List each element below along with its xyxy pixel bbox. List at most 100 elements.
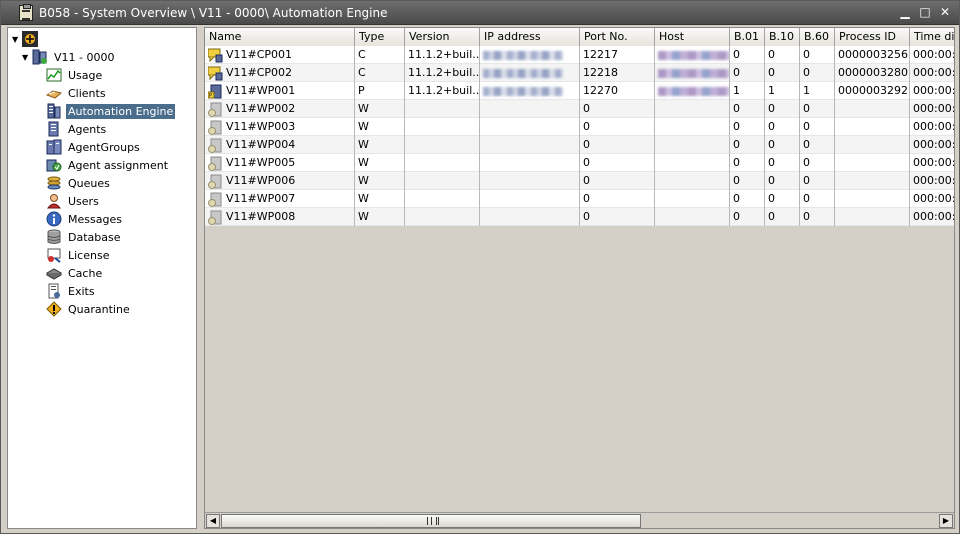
cell-port: 0 xyxy=(580,172,655,190)
cp-process-icon xyxy=(207,48,223,63)
process-name: V11#WP002 xyxy=(226,102,296,115)
database-icon xyxy=(46,229,62,245)
cell-port: 0 xyxy=(580,154,655,172)
cell-b60: 0 xyxy=(800,100,835,118)
cell-b01: 0 xyxy=(730,46,765,64)
tree-item-label: Automation Engine xyxy=(66,103,176,119)
column-header-b-01[interactable]: B.01 xyxy=(730,28,765,46)
table-row[interactable]: V11#WP007W0000000:00:0 xyxy=(205,190,954,208)
cell-b10: 1 xyxy=(765,82,800,100)
queues-icon xyxy=(46,175,62,191)
table-row[interactable]: V11#WP005W0000000:00:0 xyxy=(205,154,954,172)
cell-version xyxy=(405,118,480,136)
column-header-type[interactable]: Type xyxy=(355,28,405,46)
table-row[interactable]: V11#WP006W0000000:00:0 xyxy=(205,172,954,190)
tree-item-quarantine[interactable]: Quarantine xyxy=(46,300,132,318)
cell-time: 000:00:0 xyxy=(910,64,954,82)
tree-item-label: Agent assignment xyxy=(68,158,169,172)
scroll-thumb[interactable] xyxy=(221,514,641,528)
cell-b60: 0 xyxy=(800,46,835,64)
column-header-b-10[interactable]: B.10 xyxy=(765,28,800,46)
tree-item-database[interactable]: Database xyxy=(46,228,123,246)
redacted-ip xyxy=(483,86,563,96)
tree-item-exits[interactable]: Exits xyxy=(46,282,97,300)
cell-ip xyxy=(480,46,580,64)
redacted-ip xyxy=(483,50,563,60)
table-row[interactable]: V11#WP004W0000000:00:0 xyxy=(205,136,954,154)
tree-item-cache[interactable]: Cache xyxy=(45,264,104,282)
cell-name: P V11#WP001 xyxy=(205,82,355,100)
tree-item-label: Exits xyxy=(68,284,95,298)
cell-port: 0 xyxy=(580,118,655,136)
scroll-left-button[interactable]: ◀ xyxy=(206,514,220,528)
column-header-b-60[interactable]: B.60 xyxy=(800,28,835,46)
tree-item-users[interactable]: Users xyxy=(46,192,101,210)
wp-idle-icon xyxy=(208,192,222,207)
table-row[interactable]: V11#CP002 C 11.1.2+buil... 12218 0 0 0 00000032… xyxy=(205,64,954,82)
cell-type: W xyxy=(355,154,405,172)
wp-idle-icon xyxy=(208,120,222,135)
tree-item-usage[interactable]: Usage xyxy=(46,66,104,84)
column-header-time-diff[interactable]: Time diff xyxy=(910,28,954,46)
close-button[interactable]: ✕ xyxy=(939,4,951,20)
expand-toggle-icon[interactable]: ▼ xyxy=(22,53,32,62)
pane-splitter[interactable] xyxy=(197,27,203,529)
column-header-process-id[interactable]: Process ID xyxy=(835,28,910,46)
title-bar[interactable]: B058 - System Overview \ V11 - 0000\ Aut… xyxy=(1,1,959,25)
expand-toggle-icon[interactable]: ▼ xyxy=(12,35,22,44)
cell-version xyxy=(405,136,480,154)
cell-type: W xyxy=(355,190,405,208)
table-row[interactable]: V11#WP002W0000000:00:0 xyxy=(205,100,954,118)
window-controls: ▁ □ ✕ xyxy=(899,4,951,20)
cell-host xyxy=(655,208,730,226)
tree-item-license[interactable]: License xyxy=(46,246,111,264)
cell-b01: 0 xyxy=(730,100,765,118)
cell-pid xyxy=(835,172,910,190)
column-header-port-no[interactable]: Port No. xyxy=(580,28,655,46)
horizontal-scrollbar[interactable]: ◀ ▶ xyxy=(205,512,954,528)
cell-time: 000:00:0 xyxy=(910,136,954,154)
cell-b10: 0 xyxy=(765,208,800,226)
tree-item-label: Messages xyxy=(68,212,122,226)
cell-b10: 0 xyxy=(765,118,800,136)
table-row[interactable]: V11#WP003W0000000:00:0 xyxy=(205,118,954,136)
table-row[interactable]: V11#CP001 C 11.1.2+buil... 12217 0 0 0 00000032… xyxy=(205,46,954,64)
automation-engine-icon xyxy=(46,103,62,119)
cell-host xyxy=(655,154,730,172)
tree-item-agent-assignment[interactable]: Agent assignment xyxy=(46,156,170,174)
column-header-ip-address[interactable]: IP address xyxy=(480,28,580,46)
column-header-version[interactable]: Version xyxy=(405,28,480,46)
maximize-button[interactable]: □ xyxy=(919,4,931,20)
cell-pid: 0000003256 xyxy=(835,46,910,64)
process-name: V11#WP005 xyxy=(226,156,296,169)
tree-root[interactable]: ▼ xyxy=(12,30,42,48)
cell-b01: 0 xyxy=(730,190,765,208)
cell-port: 0 xyxy=(580,190,655,208)
table-row[interactable]: V11#WP008W0000000:00:0 xyxy=(205,208,954,226)
process-name: V11#WP001 xyxy=(226,84,296,97)
column-header-name[interactable]: Name xyxy=(205,28,355,46)
tree-item-agents[interactable]: Agents xyxy=(46,120,108,138)
tree-item-label: Queues xyxy=(68,176,110,190)
cell-b60: 0 xyxy=(800,154,835,172)
cell-pid xyxy=(835,190,910,208)
table-row[interactable]: P V11#WP001 P 11.1.2+buil... 12270 1 1 1 0000003… xyxy=(205,82,954,100)
cell-host xyxy=(655,190,730,208)
tree-system-node[interactable]: ▼ V11 - 0000 xyxy=(22,48,116,66)
minimize-button[interactable]: ▁ xyxy=(899,4,911,20)
window-title: B058 - System Overview \ V11 - 0000\ Aut… xyxy=(39,5,388,20)
tree-item-agentgroups[interactable]: AgentGroups xyxy=(46,138,142,156)
scroll-right-button[interactable]: ▶ xyxy=(939,514,953,528)
cell-name: V11#CP001 xyxy=(205,46,355,64)
cp-process-icon xyxy=(207,66,223,81)
cell-b60: 0 xyxy=(800,118,835,136)
tree-item-messages[interactable]: Messages xyxy=(46,210,124,228)
tree-item-label: V11 - 0000 xyxy=(54,50,115,64)
cell-version: 11.1.2+buil... xyxy=(405,46,480,64)
tree-item-automation-engine[interactable]: Automation Engine xyxy=(46,102,176,120)
tree-item-queues[interactable]: Queues xyxy=(46,174,112,192)
cell-host xyxy=(655,64,730,82)
column-header-host[interactable]: Host xyxy=(655,28,730,46)
tree-item-clients[interactable]: Clients xyxy=(45,84,108,102)
process-name: V11#CP001 xyxy=(226,48,293,61)
